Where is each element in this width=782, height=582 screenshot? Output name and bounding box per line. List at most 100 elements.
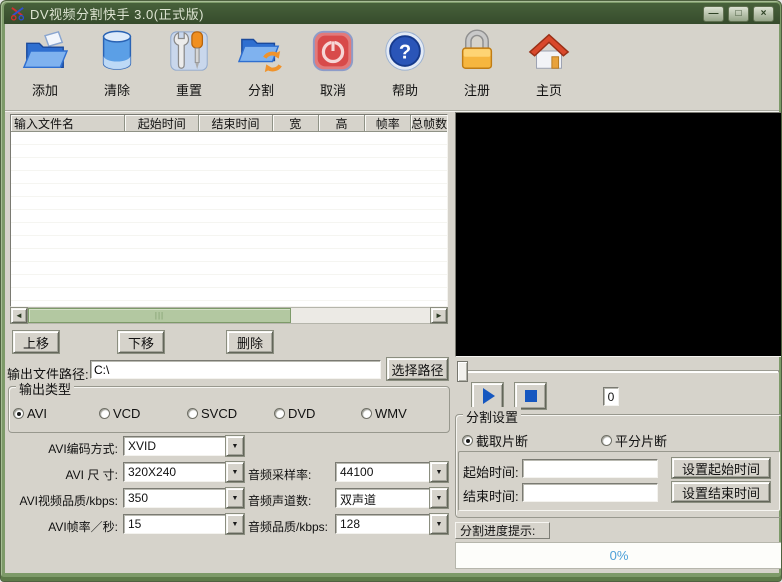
cancel-button[interactable]: 取消 <box>297 28 369 106</box>
split-folder-icon <box>237 28 284 77</box>
avi-codec-combo[interactable]: XVID ▼ <box>123 436 244 456</box>
avi-size-combo[interactable]: 320X240 ▼ <box>123 462 244 482</box>
client-area: 添加 清除 重置 分割 取消 ? 帮助 注册 主页 输入文件名 起始时间 结束时… <box>5 24 781 573</box>
home-button[interactable]: 主页 <box>513 28 585 106</box>
frame-counter: 0 <box>603 387 619 406</box>
chevron-down-icon[interactable]: ▼ <box>226 436 244 456</box>
toolbar-label: 主页 <box>535 83 562 98</box>
toolbar-label: 重置 <box>175 83 202 98</box>
col-start-time[interactable]: 起始时间 <box>125 115 200 132</box>
clear-icon <box>94 28 140 77</box>
set-end-time-button[interactable]: 设置结束时间 <box>672 482 770 502</box>
scrollbar-track[interactable]: ||| <box>27 308 431 323</box>
file-list: 输入文件名 起始时间 结束时间 宽 高 帧率 总帧数 <box>10 114 448 307</box>
chevron-down-icon[interactable]: ▼ <box>430 488 448 508</box>
scroll-left-arrow[interactable]: ◄ <box>11 308 27 323</box>
svg-text:?: ? <box>399 42 411 64</box>
progress-bar: 0% <box>455 542 781 569</box>
toolbar-label: 帮助 <box>391 83 418 98</box>
split-settings-group-label: 分割设置 <box>463 407 522 426</box>
radio-wmv[interactable]: WMV <box>361 406 407 421</box>
radio-capture-segment[interactable]: 截取片断 <box>462 431 528 450</box>
help-button[interactable]: ? 帮助 <box>369 28 441 106</box>
radio-dot <box>99 408 110 419</box>
scrollbar-thumb[interactable]: ||| <box>28 308 291 323</box>
audio-quality-label: 音频品质/kbps: <box>248 520 329 534</box>
output-type-group-label: 输出类型 <box>16 379 75 398</box>
toolbar-label: 分割 <box>247 83 274 98</box>
register-lock-icon <box>454 28 500 77</box>
chevron-down-icon[interactable]: ▼ <box>430 462 448 482</box>
set-start-time-button[interactable]: 设置起始时间 <box>672 458 770 478</box>
clear-button[interactable]: 清除 <box>81 28 153 106</box>
col-total-frames[interactable]: 总帧数 <box>411 115 447 132</box>
delete-button[interactable]: 删除 <box>227 331 273 353</box>
avi-codec-label: AVI编码方式: <box>48 442 118 456</box>
radio-vcd[interactable]: VCD <box>99 406 140 421</box>
title-bar[interactable]: DV视频分割快手 3.0(正式版) — □ × <box>4 3 780 24</box>
radio-dot <box>13 408 24 419</box>
radio-dot <box>462 435 473 446</box>
chevron-down-icon[interactable]: ▼ <box>226 514 244 534</box>
radio-avi[interactable]: AVI <box>13 406 47 421</box>
toolbar-label: 清除 <box>103 83 130 98</box>
radio-dot <box>361 408 372 419</box>
chevron-down-icon[interactable]: ▼ <box>226 462 244 482</box>
col-width[interactable]: 宽 <box>272 115 319 132</box>
help-question-icon: ? <box>382 28 428 77</box>
toolbar-label: 取消 <box>319 83 346 98</box>
chevron-down-icon[interactable]: ▼ <box>226 488 244 508</box>
file-list-hscrollbar[interactable]: ◄ ||| ► <box>10 307 448 324</box>
start-time-input[interactable] <box>522 459 658 478</box>
toolbar-label: 添加 <box>31 83 58 98</box>
app-icon <box>10 6 25 21</box>
toolbar: 添加 清除 重置 分割 取消 ? 帮助 注册 主页 <box>5 24 779 111</box>
radio-svcd[interactable]: SVCD <box>187 406 237 421</box>
output-path-input[interactable] <box>90 360 381 379</box>
reset-button[interactable]: 重置 <box>153 28 225 106</box>
file-list-body[interactable] <box>11 132 447 306</box>
end-time-input[interactable] <box>522 483 658 502</box>
close-button[interactable]: × <box>753 6 774 22</box>
col-height[interactable]: 高 <box>318 115 366 132</box>
move-down-button[interactable]: 下移 <box>118 331 164 353</box>
audio-channels-label: 音频声道数: <box>248 494 312 508</box>
play-icon <box>483 388 495 404</box>
move-up-button[interactable]: 上移 <box>13 331 59 353</box>
slider-thumb[interactable] <box>457 361 468 382</box>
video-preview[interactable] <box>455 112 781 357</box>
col-framerate[interactable]: 帧率 <box>365 115 412 132</box>
col-input-filename[interactable]: 输入文件名 <box>11 115 126 132</box>
slider-track[interactable] <box>458 370 779 373</box>
avi-video-quality-combo[interactable]: 350 ▼ <box>123 488 244 508</box>
audio-samplerate-combo[interactable]: 44100 ▼ <box>335 462 448 482</box>
file-list-header: 输入文件名 起始时间 结束时间 宽 高 帧率 总帧数 <box>11 115 447 132</box>
audio-channels-combo[interactable]: 双声道 ▼ <box>335 488 448 508</box>
col-end-time[interactable]: 结束时间 <box>199 115 273 132</box>
home-house-icon <box>526 28 572 77</box>
end-time-label: 结束时间: <box>463 489 519 504</box>
split-button[interactable]: 分割 <box>225 28 297 106</box>
reset-tools-icon <box>166 28 212 77</box>
stop-icon <box>524 390 537 402</box>
register-button[interactable]: 注册 <box>441 28 513 106</box>
stop-button[interactable] <box>515 383 546 409</box>
browse-path-button[interactable]: 选择路径 <box>387 358 448 380</box>
scrollbar-grip: ||| <box>154 310 165 320</box>
minimize-button[interactable]: — <box>703 6 724 22</box>
radio-dvd[interactable]: DVD <box>274 406 315 421</box>
chevron-down-icon[interactable]: ▼ <box>430 514 448 534</box>
add-button[interactable]: 添加 <box>9 28 81 106</box>
play-button[interactable] <box>472 383 503 409</box>
audio-samplerate-label: 音频采样率: <box>248 468 312 482</box>
radio-dot <box>601 435 612 446</box>
avi-size-label: AVI 尺 寸: <box>65 468 118 482</box>
scroll-right-arrow[interactable]: ► <box>431 308 447 323</box>
maximize-button[interactable]: □ <box>728 6 749 22</box>
seek-slider[interactable] <box>456 361 781 383</box>
avi-framerate-combo[interactable]: 15 ▼ <box>123 514 244 534</box>
audio-quality-combo[interactable]: 128 ▼ <box>335 514 448 534</box>
start-time-label: 起始时间: <box>463 465 519 480</box>
radio-equal-split[interactable]: 平分片断 <box>601 431 667 450</box>
avi-video-quality-label: AVI视频品质/kbps: <box>19 494 118 508</box>
